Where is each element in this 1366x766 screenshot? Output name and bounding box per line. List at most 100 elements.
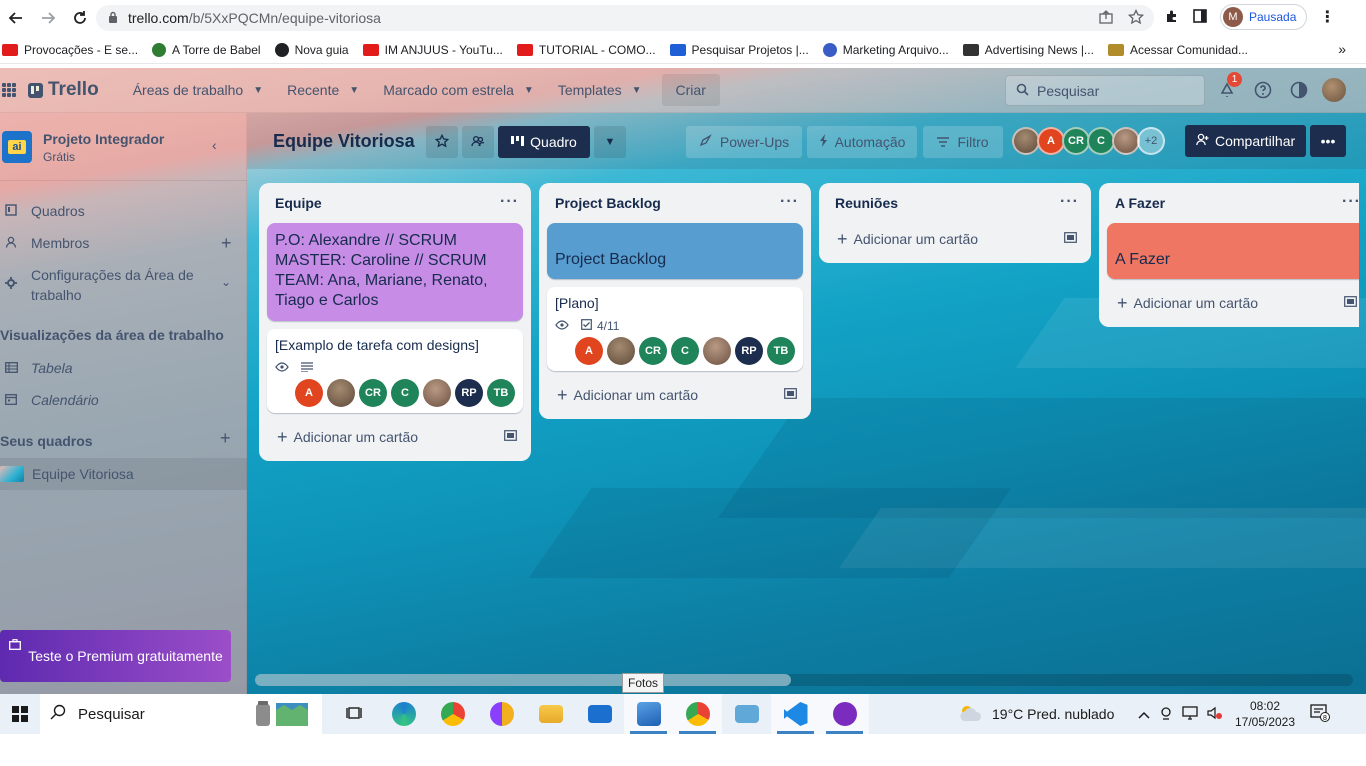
list-header[interactable]: Reuniões ··· (819, 183, 1091, 223)
taskbar-photos[interactable] (624, 694, 673, 734)
member-avatar[interactable]: A (1037, 127, 1065, 155)
sidebar-item-members[interactable]: Membros + (0, 233, 247, 253)
automation-button[interactable]: Automação (807, 126, 917, 158)
taskbar-vscode[interactable] (771, 694, 820, 734)
nav-starred[interactable]: Marcado com estrela ▼ (371, 74, 546, 106)
member-avatar[interactable] (1112, 127, 1140, 155)
member-avatar[interactable] (327, 379, 355, 407)
member-avatar[interactable]: CR (1062, 127, 1090, 155)
card-template-icon[interactable] (1064, 232, 1077, 246)
member-avatar[interactable]: RP (455, 379, 483, 407)
sidebar-item-table[interactable]: Tabela (0, 358, 247, 378)
card-example-task[interactable]: [Examplo de tarefa com designs] A CR C R… (267, 329, 523, 413)
premium-trial-button[interactable]: Teste o Premium gratuitamente (0, 630, 231, 682)
side-panel-icon[interactable] (1192, 8, 1208, 27)
member-avatar[interactable] (423, 379, 451, 407)
bookmark-item[interactable]: Acessar Comunidad... (1107, 43, 1248, 57)
board-title[interactable]: Equipe Vitoriosa (273, 131, 415, 152)
member-avatar[interactable] (1012, 127, 1040, 155)
share-button[interactable]: Compartilhar (1185, 125, 1307, 157)
network-icon[interactable] (1182, 705, 1198, 723)
taskbar-search-input[interactable]: Pesquisar (40, 694, 322, 734)
bookmark-item[interactable]: Advertising News |... (962, 43, 1094, 57)
filter-button[interactable]: Filtro (923, 126, 1003, 158)
reload-icon[interactable] (64, 2, 96, 34)
trello-logo[interactable]: Trello (28, 79, 99, 101)
list-header[interactable]: Equipe ··· (259, 183, 531, 223)
member-avatar[interactable]: A (295, 379, 323, 407)
card-template-icon[interactable] (784, 388, 797, 402)
board-menu-button[interactable]: ••• (1310, 125, 1346, 157)
nav-recent[interactable]: Recente ▼ (275, 74, 371, 106)
member-avatar[interactable] (607, 337, 635, 365)
card-a-fazer[interactable]: A Fazer (1107, 223, 1359, 279)
member-avatar[interactable]: TB (767, 337, 795, 365)
weather-widget[interactable]: 19°C Pred. nublado (958, 694, 1114, 734)
forward-icon[interactable] (32, 2, 64, 34)
app-switcher-icon[interactable] (2, 83, 16, 97)
list-menu-icon[interactable]: ··· (1060, 193, 1079, 211)
search-input[interactable]: Pesquisar (1005, 75, 1205, 106)
member-avatar[interactable]: C (671, 337, 699, 365)
extensions-icon[interactable] (1164, 8, 1180, 27)
bookmark-item[interactable]: Provocações - E se... (2, 43, 138, 57)
profile-chip[interactable]: M Pausada (1220, 4, 1308, 30)
taskbar-chrome-profile[interactable] (673, 694, 722, 734)
card-plano[interactable]: [Plano] 4/11 A CR C RP TB (547, 287, 803, 371)
start-button[interactable] (0, 694, 40, 734)
sidebar-board-item[interactable]: Equipe Vitoriosa (0, 458, 247, 490)
taskbar-chrome[interactable] (428, 694, 477, 734)
taskbar-app-card[interactable] (722, 694, 771, 734)
sidebar-item-settings[interactable]: Configurações da Área de trabalho ⌄ (0, 265, 247, 305)
card-team-info[interactable]: P.O: Alexandre // SCRUM MASTER: Caroline… (267, 223, 523, 321)
share-page-icon[interactable] (1098, 9, 1114, 28)
member-avatar[interactable]: RP (735, 337, 763, 365)
bookmark-item[interactable]: Marketing Arquivo... (822, 42, 949, 57)
add-card-button[interactable]: + Adicionar um cartão (547, 379, 803, 411)
member-avatar[interactable]: A (575, 337, 603, 365)
add-card-button[interactable]: + Adicionar um cartão (827, 223, 1083, 255)
create-button[interactable]: Criar (661, 74, 720, 106)
scrollbar-thumb[interactable] (255, 674, 791, 686)
list-menu-icon[interactable]: ··· (780, 193, 799, 211)
webcam-icon[interactable] (1159, 706, 1173, 723)
theme-toggle-icon[interactable] (1286, 77, 1312, 103)
sidebar-item-boards[interactable]: Quadros (0, 201, 247, 221)
member-avatar[interactable]: C (1087, 127, 1115, 155)
list-menu-icon[interactable]: ··· (500, 193, 519, 211)
star-board-button[interactable] (426, 126, 458, 158)
views-dropdown-button[interactable]: ▼ (594, 126, 626, 158)
member-avatar[interactable]: TB (487, 379, 515, 407)
kebab-menu-icon[interactable]: ⋮ (1319, 7, 1335, 27)
board-view-button[interactable]: Quadro (498, 126, 590, 158)
volume-muted-icon[interactable] (1207, 706, 1223, 723)
list-menu-icon[interactable]: ··· (1342, 193, 1361, 211)
member-avatar[interactable]: CR (359, 379, 387, 407)
bookmark-item[interactable]: IM ANJUUS - YouTu... (362, 43, 503, 57)
add-board-icon[interactable]: + (220, 428, 231, 449)
taskbar-edge[interactable] (379, 694, 428, 734)
collapse-sidebar-icon[interactable]: ‹ (212, 137, 217, 153)
member-avatar[interactable]: CR (639, 337, 667, 365)
list-header[interactable]: Project Backlog ··· (539, 183, 811, 223)
help-icon[interactable] (1250, 77, 1276, 103)
notification-center-icon[interactable]: 8 (1310, 704, 1330, 725)
board-members[interactable]: A CR C +2 (1012, 127, 1165, 155)
board-horizontal-scrollbar[interactable] (255, 674, 1353, 686)
star-bookmark-icon[interactable] (1127, 8, 1145, 28)
taskbar-mail[interactable] (575, 694, 624, 734)
back-icon[interactable] (0, 2, 32, 34)
add-card-button[interactable]: + Adicionar um cartão (1107, 287, 1357, 319)
chevron-up-icon[interactable] (1138, 707, 1150, 722)
add-member-icon[interactable]: + (221, 233, 232, 254)
list-header[interactable]: A Fazer ··· (1099, 183, 1361, 223)
taskbar-file-explorer[interactable] (526, 694, 575, 734)
bookmark-item[interactable]: TUTORIAL - COMO... (516, 43, 656, 57)
visibility-button[interactable] (462, 126, 494, 158)
add-card-button[interactable]: + Adicionar um cartão (267, 421, 523, 453)
user-avatar[interactable] (1322, 78, 1346, 102)
taskbar-app-ring[interactable] (477, 694, 526, 734)
address-bar[interactable]: trello.com/b/5XxPQCMn/equipe-vitoriosa (96, 5, 1154, 31)
card-project-backlog[interactable]: Project Backlog (547, 223, 803, 279)
member-avatar[interactable]: C (391, 379, 419, 407)
